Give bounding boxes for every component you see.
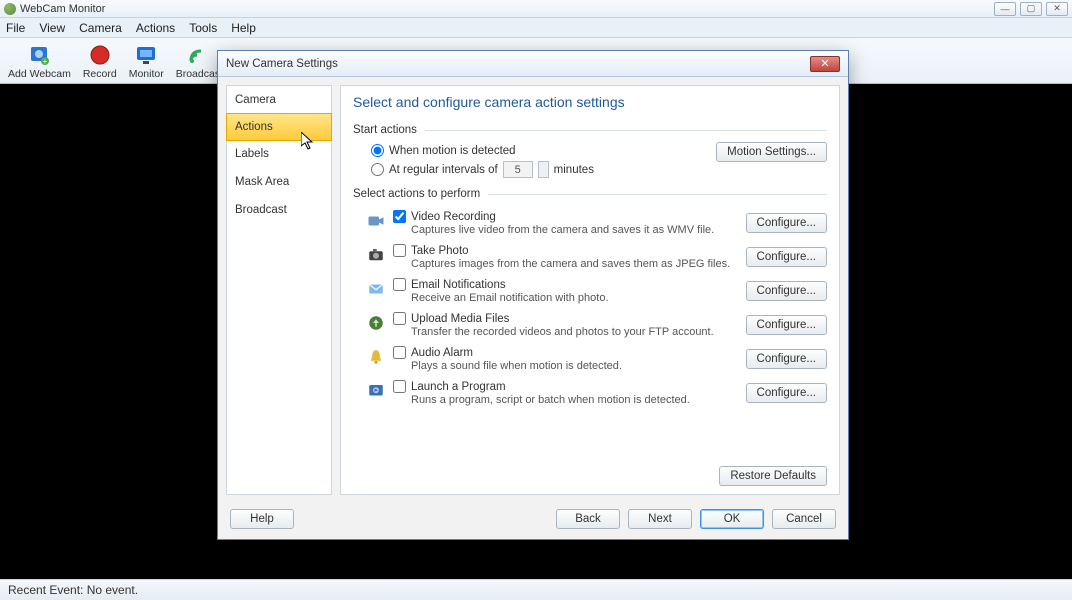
close-button[interactable]: ✕: [1046, 2, 1068, 16]
action-email-notifications: Email Notifications Receive an Email not…: [353, 274, 827, 308]
nav-item-camera[interactable]: Camera: [227, 86, 331, 114]
menu-view[interactable]: View: [39, 21, 65, 35]
action-title: Audio Alarm: [411, 347, 473, 359]
action-desc: Plays a sound file when motion is detect…: [393, 360, 746, 372]
toolbar-broadcast-label: Broadcast: [176, 68, 223, 80]
new-camera-settings-dialog: New Camera Settings ✕ Camera Actions Lab…: [217, 50, 849, 540]
check-upload-media[interactable]: [393, 312, 406, 325]
back-button[interactable]: Back: [556, 509, 620, 529]
dialog-main-panel: Select and configure camera action setti…: [340, 85, 840, 495]
toolbar-record[interactable]: Record: [77, 40, 123, 82]
webcam-icon: +: [26, 42, 52, 68]
monitor-icon: [133, 42, 159, 68]
radio-at-intervals[interactable]: [371, 163, 384, 176]
action-desc: Transfer the recorded videos and photos …: [393, 326, 746, 338]
take-photo-icon: [365, 244, 387, 266]
configure-email-button[interactable]: Configure...: [746, 281, 827, 301]
launch-program-icon: [365, 380, 387, 402]
radio-interval-prefix: At regular intervals of: [389, 164, 498, 176]
status-recent-event: Recent Event: No event.: [8, 583, 138, 597]
radio-when-motion-label: When motion is detected: [389, 145, 516, 157]
action-desc: Runs a program, script or batch when mot…: [393, 394, 746, 406]
configure-take-photo-button[interactable]: Configure...: [746, 247, 827, 267]
motion-settings-button[interactable]: Motion Settings...: [716, 142, 827, 162]
statusbar: Recent Event: No event.: [0, 579, 1072, 600]
check-audio-alarm[interactable]: [393, 346, 406, 359]
dialog-side-nav: Camera Actions Labels Mask Area Broadcas…: [226, 85, 332, 495]
ok-button[interactable]: OK: [700, 509, 764, 529]
check-take-photo[interactable]: [393, 244, 406, 257]
select-actions-group: Select actions to perform: [353, 188, 827, 200]
start-actions-group: Start actions: [353, 124, 827, 136]
toolbar-monitor[interactable]: Monitor: [123, 40, 170, 82]
action-launch-program: Launch a Program Runs a program, script …: [353, 376, 827, 410]
maximize-button[interactable]: ▢: [1020, 2, 1042, 16]
bell-icon: [365, 346, 387, 368]
minimize-button[interactable]: —: [994, 2, 1016, 16]
interval-input[interactable]: [503, 161, 533, 178]
interval-spinner[interactable]: [538, 161, 549, 178]
toolbar-add-webcam[interactable]: + Add Webcam: [2, 40, 77, 82]
action-audio-alarm: Audio Alarm Plays a sound file when moti…: [353, 342, 827, 376]
window-controls: — ▢ ✕: [994, 2, 1068, 16]
action-desc: Captures images from the camera and save…: [393, 258, 746, 270]
menu-file[interactable]: File: [6, 21, 25, 35]
configure-audio-alarm-button[interactable]: Configure...: [746, 349, 827, 369]
nav-item-mask-area[interactable]: Mask Area: [227, 168, 331, 196]
configure-video-recording-button[interactable]: Configure...: [746, 213, 827, 233]
action-video-recording: Video Recording Captures live video from…: [353, 206, 827, 240]
nav-item-labels[interactable]: Labels: [227, 140, 331, 168]
email-icon: [365, 278, 387, 300]
close-icon: ✕: [820, 57, 829, 70]
dialog-close-button[interactable]: ✕: [810, 56, 840, 72]
next-button[interactable]: Next: [628, 509, 692, 529]
menu-actions[interactable]: Actions: [136, 21, 175, 35]
action-title: Video Recording: [411, 211, 496, 223]
check-email-notifications[interactable]: [393, 278, 406, 291]
panel-heading: Select and configure camera action setti…: [353, 94, 827, 110]
window-title: WebCam Monitor: [20, 3, 105, 15]
action-desc: Captures live video from the camera and …: [393, 224, 746, 236]
titlebar: WebCam Monitor — ▢ ✕: [0, 0, 1072, 18]
check-launch-program[interactable]: [393, 380, 406, 393]
configure-launch-program-button[interactable]: Configure...: [746, 383, 827, 403]
menu-tools[interactable]: Tools: [189, 21, 217, 35]
check-video-recording[interactable]: [393, 210, 406, 223]
help-button[interactable]: Help: [230, 509, 294, 529]
menubar: File View Camera Actions Tools Help: [0, 18, 1072, 38]
menu-camera[interactable]: Camera: [79, 21, 122, 35]
dialog-titlebar: New Camera Settings ✕: [218, 51, 848, 77]
menu-help[interactable]: Help: [231, 21, 256, 35]
dialog-title-text: New Camera Settings: [226, 58, 338, 70]
record-icon: [87, 42, 113, 68]
app-icon: [4, 3, 16, 15]
action-title: Launch a Program: [411, 381, 506, 393]
toolbar-add-webcam-label: Add Webcam: [8, 68, 71, 80]
video-recording-icon: [365, 210, 387, 232]
action-title: Take Photo: [411, 245, 469, 257]
configure-upload-button[interactable]: Configure...: [746, 315, 827, 335]
radio-when-motion[interactable]: [371, 144, 384, 157]
dialog-button-row: Help Back Next OK Cancel: [218, 503, 848, 539]
action-desc: Receive an Email notification with photo…: [393, 292, 746, 304]
action-title: Email Notifications: [411, 279, 506, 291]
cancel-button[interactable]: Cancel: [772, 509, 836, 529]
nav-item-actions[interactable]: Actions: [226, 113, 332, 141]
action-take-photo: Take Photo Captures images from the came…: [353, 240, 827, 274]
upload-icon: [365, 312, 387, 334]
toolbar-monitor-label: Monitor: [129, 68, 164, 80]
radio-interval-suffix: minutes: [554, 164, 594, 176]
broadcast-icon: [186, 42, 212, 68]
action-title: Upload Media Files: [411, 313, 509, 325]
toolbar-record-label: Record: [83, 68, 117, 80]
action-upload-media: Upload Media Files Transfer the recorded…: [353, 308, 827, 342]
restore-defaults-button[interactable]: Restore Defaults: [719, 466, 827, 486]
nav-item-broadcast[interactable]: Broadcast: [227, 196, 331, 224]
svg-text:+: +: [43, 57, 48, 66]
